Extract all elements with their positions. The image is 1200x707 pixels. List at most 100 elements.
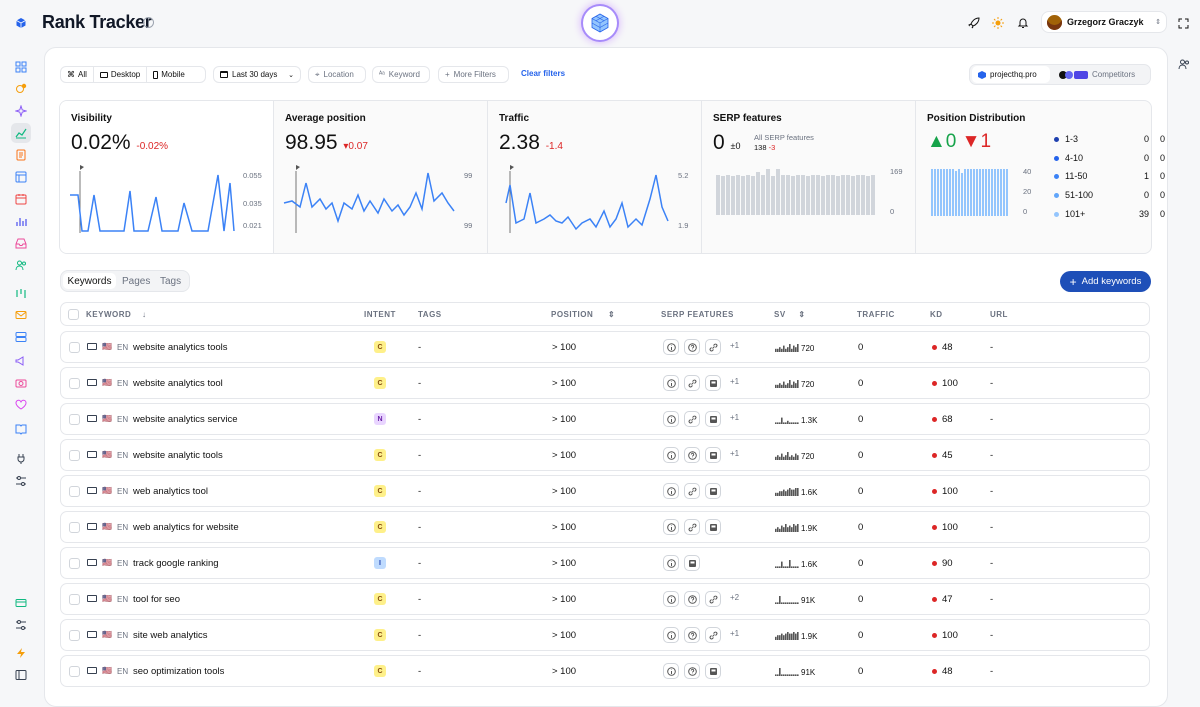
heart-icon[interactable] — [11, 395, 31, 415]
keyword-text[interactable]: website analytics tools — [133, 342, 228, 353]
serp-help-icon[interactable] — [684, 627, 700, 643]
keyword-text[interactable]: website analytics service — [133, 414, 238, 425]
sidebar-toggle-icon[interactable] — [11, 665, 31, 685]
serp-info-icon[interactable] — [663, 591, 679, 607]
url-value[interactable]: - — [990, 378, 993, 389]
camera-icon[interactable] — [11, 373, 31, 393]
col-position[interactable]: POSITION ⇕ — [551, 310, 615, 319]
tab-pages[interactable]: Pages — [122, 276, 150, 287]
megaphone-icon[interactable] — [11, 351, 31, 371]
location-filter[interactable]: ⌖ Location — [308, 66, 366, 83]
serp-link-icon[interactable] — [684, 375, 700, 391]
info-icon[interactable]: i — [143, 17, 154, 28]
url-value[interactable]: - — [990, 450, 993, 461]
rank-tracker-icon[interactable] — [11, 123, 31, 143]
url-value[interactable]: - — [990, 594, 993, 605]
ideas-icon[interactable] — [11, 79, 31, 99]
keyword-filter[interactable]: ᴬᵃ Keyword — [372, 66, 430, 83]
serp-link-icon[interactable] — [705, 339, 721, 355]
visibility-card[interactable]: Visibility 0.02% -0.02% 0.055 0.035 0.02… — [60, 101, 274, 253]
col-keyword[interactable]: KEYWORD ↓ — [86, 310, 147, 319]
row-checkbox[interactable] — [69, 342, 80, 353]
serp-info-icon[interactable] — [663, 411, 679, 427]
serp-help-icon[interactable] — [684, 447, 700, 463]
url-value[interactable]: - — [990, 630, 993, 641]
serp-img-icon[interactable] — [705, 375, 721, 391]
url-value[interactable]: - — [990, 522, 993, 533]
table-row[interactable]: 🇺🇸 EN tool for seo C - > 100 +2 91K 0 47… — [60, 583, 1150, 615]
serp-img-icon[interactable] — [705, 411, 721, 427]
keyword-text[interactable]: tool for seo — [133, 594, 180, 605]
row-checkbox[interactable] — [69, 558, 80, 569]
serp-info-icon[interactable] — [663, 447, 679, 463]
keyword-text[interactable]: track google ranking — [133, 558, 219, 569]
serp-link-icon[interactable] — [705, 627, 721, 643]
row-checkbox[interactable] — [69, 630, 80, 641]
url-value[interactable]: - — [990, 342, 993, 353]
table-row[interactable]: 🇺🇸 EN website analytic tools C - > 100 +… — [60, 439, 1150, 471]
add-keywords-button[interactable]: + Add keywords — [1060, 271, 1151, 292]
serp-help-icon[interactable] — [684, 663, 700, 679]
serp-link-icon[interactable] — [684, 519, 700, 535]
serp-help-icon[interactable] — [684, 591, 700, 607]
tab-tags[interactable]: Tags — [160, 276, 181, 287]
keyword-text[interactable]: site web analytics — [133, 630, 207, 641]
serp-help-icon[interactable] — [684, 339, 700, 355]
user-menu[interactable]: Grzegorz Graczyk ⇕ — [1041, 11, 1167, 33]
table-row[interactable]: 🇺🇸 EN site web analytics C - > 100 +1 1.… — [60, 619, 1150, 651]
serp-info-icon[interactable] — [663, 519, 679, 535]
row-checkbox[interactable] — [69, 594, 80, 605]
url-value[interactable]: - — [990, 486, 993, 497]
keyword-text[interactable]: website analytics tool — [133, 378, 223, 389]
keyword-text[interactable]: web analytics for website — [133, 522, 239, 533]
table-row[interactable]: 🇺🇸 EN seo optimization tools C - > 100 9… — [60, 655, 1150, 687]
serp-link-icon[interactable] — [684, 411, 700, 427]
url-value[interactable]: - — [990, 666, 993, 677]
sun-icon[interactable] — [992, 16, 1004, 34]
table-row[interactable]: 🇺🇸 EN website analytics service N - > 10… — [60, 403, 1150, 435]
more-filters-button[interactable]: + More Filters — [438, 66, 509, 83]
keyword-text[interactable]: web analytics tool — [133, 486, 208, 497]
device-all-button[interactable]: ⌘ All — [61, 67, 93, 82]
ai-sparkle-icon[interactable] — [11, 101, 31, 121]
table-row[interactable]: 🇺🇸 EN website analytics tools C - > 100 … — [60, 331, 1150, 363]
serp-more-count[interactable]: +1 — [730, 449, 739, 458]
lightning-icon[interactable] — [11, 643, 31, 663]
serp-info-icon[interactable] — [663, 627, 679, 643]
serp-img-icon[interactable] — [705, 447, 721, 463]
row-checkbox[interactable] — [69, 486, 80, 497]
calendar-icon[interactable] — [11, 189, 31, 209]
serp-info-icon[interactable] — [663, 663, 679, 679]
serp-link-icon[interactable] — [684, 483, 700, 499]
competitors-tab[interactable]: Competitors — [1059, 66, 1135, 83]
keyword-text[interactable]: seo optimization tools — [133, 666, 224, 677]
server-icon[interactable] — [11, 327, 31, 347]
serp-more-count[interactable]: +1 — [730, 413, 739, 422]
serp-info-icon[interactable] — [663, 375, 679, 391]
bell-icon[interactable] — [1017, 16, 1029, 34]
table-row[interactable]: 🇺🇸 EN web analytics for website C - > 10… — [60, 511, 1150, 543]
serp-more-count[interactable]: +2 — [730, 593, 739, 602]
mail-icon[interactable] — [11, 305, 31, 325]
settings-sliders-icon[interactable] — [11, 471, 31, 491]
avg-position-card[interactable]: Average position 98.95 ▾0.07 99 99 — [274, 101, 488, 253]
app-logo-icon[interactable] — [11, 13, 31, 33]
credit-card-icon[interactable] — [11, 593, 31, 613]
tab-keywords[interactable]: Keywords — [63, 273, 116, 289]
table-row[interactable]: 🇺🇸 EN web analytics tool C - > 100 1.6K … — [60, 475, 1150, 507]
table-row[interactable]: 🇺🇸 EN track google ranking I - > 100 1.6… — [60, 547, 1150, 579]
row-checkbox[interactable] — [69, 666, 80, 677]
columns-icon[interactable] — [11, 283, 31, 303]
dashboard-icon[interactable] — [11, 57, 31, 77]
url-value[interactable]: - — [990, 558, 993, 569]
rocket-icon[interactable] — [968, 16, 980, 34]
serp-features-card[interactable]: SERP features 0 ±0 All SERP features 138… — [702, 101, 916, 253]
device-mobile-button[interactable]: Mobile — [146, 67, 191, 82]
row-checkbox[interactable] — [69, 414, 80, 425]
clear-filters-link[interactable]: Clear filters — [521, 69, 565, 78]
serp-info-icon[interactable] — [663, 555, 679, 571]
table-row[interactable]: 🇺🇸 EN website analytics tool C - > 100 +… — [60, 367, 1150, 399]
plug-icon[interactable] — [11, 449, 31, 469]
keyword-text[interactable]: website analytic tools — [133, 450, 223, 461]
serp-img-icon[interactable] — [684, 555, 700, 571]
